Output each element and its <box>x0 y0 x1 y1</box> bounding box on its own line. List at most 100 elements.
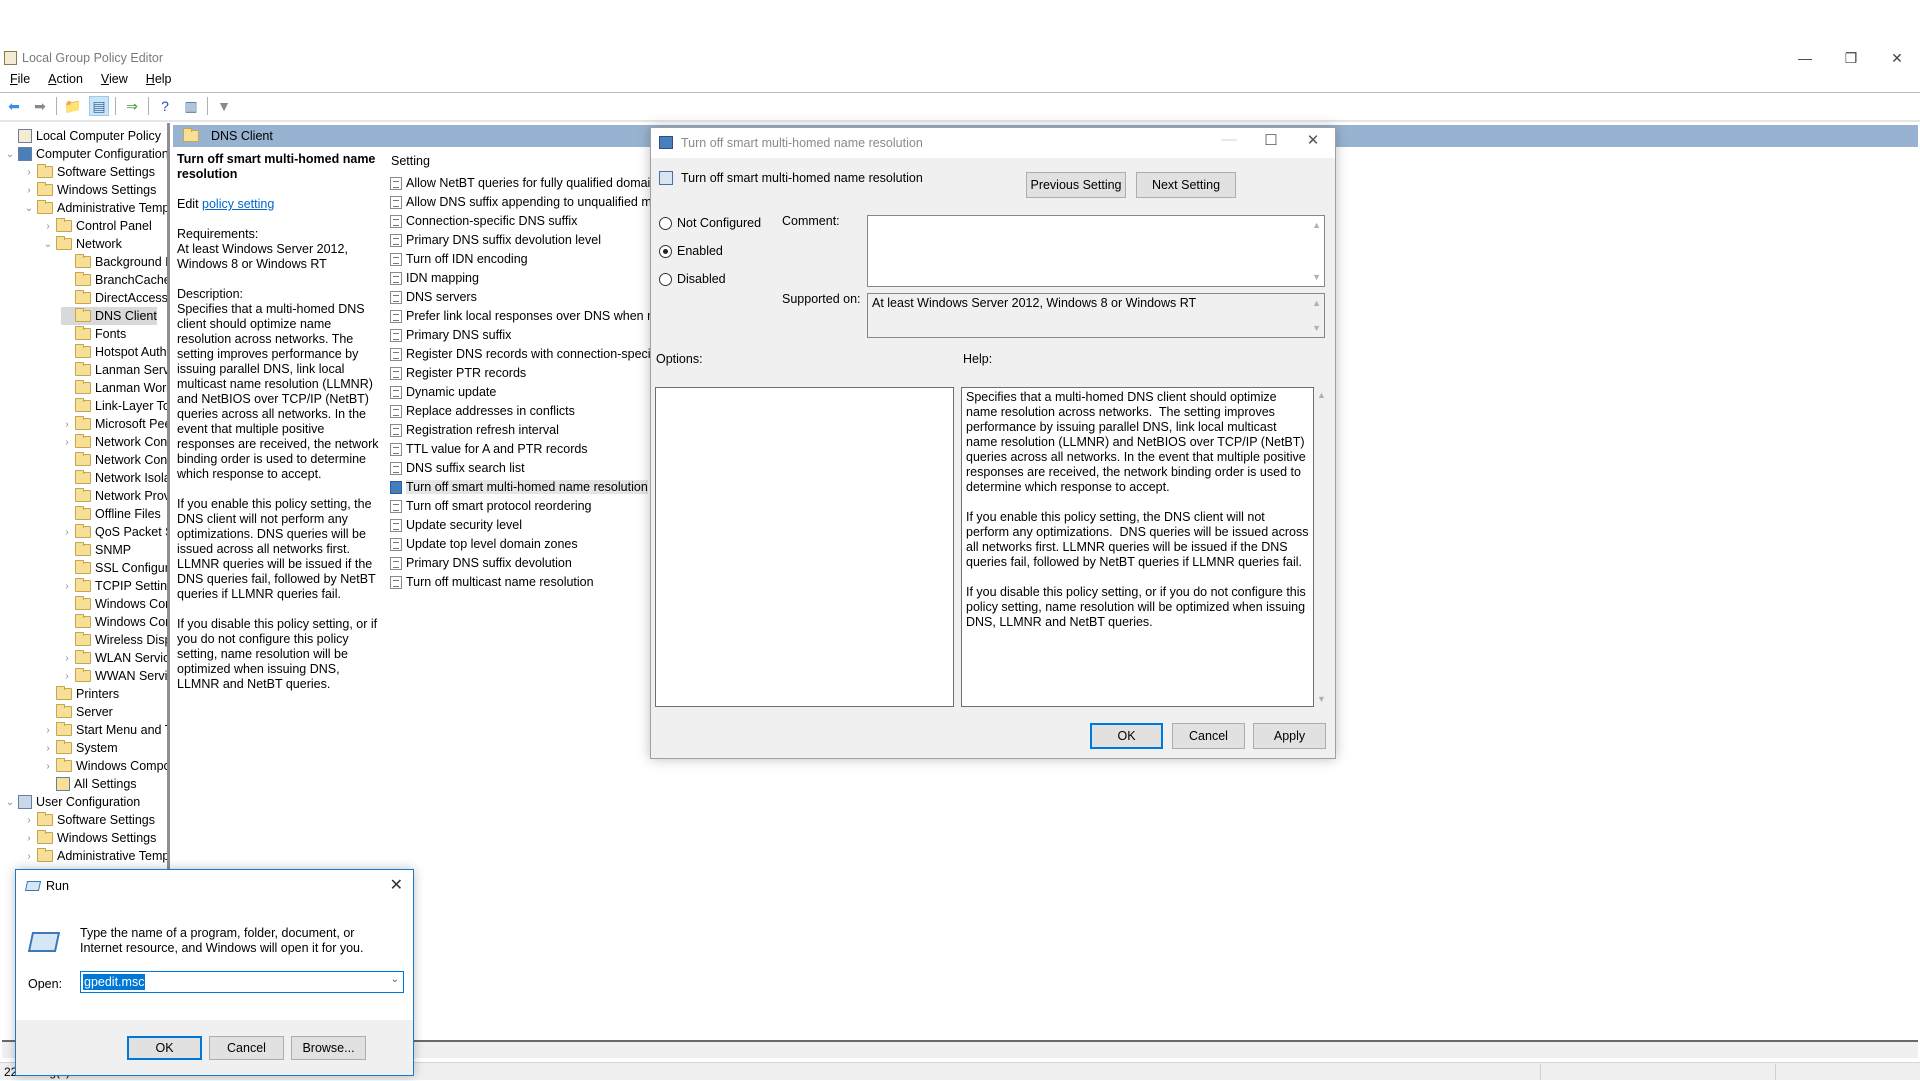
menu-view[interactable]: View <box>91 72 136 90</box>
run-cancel-button[interactable]: Cancel <box>209 1036 284 1060</box>
setting-row[interactable]: TTL value for A and PTR records <box>390 440 588 458</box>
tree-item[interactable]: Server <box>42 703 113 721</box>
chevron-right-icon[interactable]: › <box>42 221 54 232</box>
setting-row[interactable]: DNS suffix search list <box>390 459 525 477</box>
setting-row[interactable]: Connection-specific DNS suffix <box>390 212 577 230</box>
setting-row[interactable]: Primary DNS suffix devolution <box>390 554 572 572</box>
export-list-icon[interactable]: ⇒ <box>122 96 142 116</box>
help-scroll-down-arrow[interactable]: ▼ <box>1317 694 1326 704</box>
setting-row[interactable]: Turn off smart protocol reordering <box>390 497 592 515</box>
tree-item[interactable]: › WLAN Service <box>61 649 167 667</box>
filter-icon[interactable]: ▼ <box>214 96 234 116</box>
tree-item[interactable]: Network Connectivity Status Indicator <box>61 451 167 469</box>
tree-item[interactable]: › Windows Settings <box>23 829 156 847</box>
chevron-right-icon[interactable]: › <box>23 185 35 196</box>
tree-item[interactable]: Network Isolation <box>61 469 167 487</box>
show-hide-action-pane-icon[interactable]: ▥ <box>181 96 201 116</box>
tree-item[interactable]: › Start Menu and Taskbar <box>42 721 167 739</box>
tree-item[interactable]: Lanman Server <box>61 361 167 379</box>
run-close-button[interactable]: ✕ <box>390 875 403 895</box>
setting-row[interactable]: Dynamic update <box>390 383 496 401</box>
chevron-right-icon[interactable]: › <box>23 167 35 178</box>
chevron-right-icon[interactable]: › <box>42 725 54 736</box>
run-ok-button[interactable]: OK <box>127 1036 202 1060</box>
tree-item[interactable]: Fonts <box>61 325 126 343</box>
apply-button[interactable]: Apply <box>1253 723 1326 749</box>
chevron-down-icon[interactable]: ⌄ <box>42 239 54 250</box>
open-input[interactable]: gpedit.msc ⌄ <box>80 971 404 993</box>
tree-item[interactable]: ⌄ Network <box>42 235 122 253</box>
radio-not-configured[interactable]: Not Configured <box>659 216 761 230</box>
show-hide-tree-icon[interactable]: ▤ <box>89 96 109 116</box>
chevron-down-icon[interactable]: ⌄ <box>4 797 16 808</box>
up-folder-icon[interactable]: 📁 <box>63 96 83 116</box>
ok-button[interactable]: OK <box>1090 723 1163 749</box>
chevron-right-icon[interactable]: › <box>23 815 35 826</box>
tree-item[interactable]: SSL Configuration Settings <box>61 559 167 577</box>
tree-item[interactable]: Hotspot Authentication <box>61 343 167 361</box>
chevron-right-icon[interactable]: › <box>61 581 73 592</box>
radio-disabled[interactable]: Disabled <box>659 272 726 286</box>
setting-row[interactable]: Turn off multicast name resolution <box>390 573 594 591</box>
close-button[interactable]: ✕ <box>1874 44 1920 72</box>
previous-setting-button[interactable]: Previous Setting <box>1026 172 1126 198</box>
menu-help[interactable]: Help <box>136 72 180 90</box>
tree-item[interactable]: › Control Panel <box>42 217 152 235</box>
minimize-button[interactable]: — <box>1782 44 1828 72</box>
tree-item[interactable]: All Settings <box>42 775 137 793</box>
run-browse-button[interactable]: Browse... <box>291 1036 366 1060</box>
forward-icon[interactable]: ➡ <box>30 96 50 116</box>
tree-item[interactable]: › QoS Packet Scheduler <box>61 523 167 541</box>
setting-row[interactable]: Primary DNS suffix <box>390 326 511 344</box>
setting-row[interactable]: Replace addresses in conflicts <box>390 402 575 420</box>
chevron-right-icon[interactable]: › <box>61 653 73 664</box>
radio-circle[interactable] <box>659 216 672 230</box>
tree-item[interactable]: ⌄ Administrative Templates <box>23 199 167 217</box>
radio-circle[interactable] <box>659 244 672 258</box>
tree-item[interactable]: › WWAN Service <box>61 667 167 685</box>
tree-item[interactable]: SNMP <box>61 541 131 559</box>
radio-enabled[interactable]: Enabled <box>659 244 723 258</box>
back-icon[interactable]: ⬅ <box>4 96 24 116</box>
restore-button[interactable]: ❐ <box>1828 44 1874 72</box>
scroll-up-arrow[interactable]: ▲ <box>1312 220 1321 230</box>
tree-item[interactable]: ⌄ User Configuration <box>4 793 140 811</box>
setting-row[interactable]: Turn off IDN encoding <box>390 250 528 268</box>
cancel-button[interactable]: Cancel <box>1172 723 1245 749</box>
tree-item[interactable]: Local Computer Policy <box>4 127 161 145</box>
setting-row[interactable]: Turn off smart multi-homed name resoluti… <box>390 478 648 496</box>
scroll-down-arrow[interactable]: ▼ <box>1312 323 1321 333</box>
chevron-right-icon[interactable]: › <box>61 671 73 682</box>
chevron-right-icon[interactable]: › <box>42 761 54 772</box>
tree-item[interactable]: › Microsoft Peer-to-Peer Networking Servi… <box>61 415 167 433</box>
tree-item[interactable]: Network Provider <box>61 487 167 505</box>
scroll-down-arrow[interactable]: ▼ <box>1312 272 1321 282</box>
chevron-right-icon[interactable]: › <box>23 851 35 862</box>
chevron-down-icon[interactable]: ⌄ <box>391 974 399 985</box>
comment-textarea[interactable]: ▲ ▼ <box>867 215 1325 287</box>
setting-row[interactable]: Update security level <box>390 516 522 534</box>
chevron-right-icon[interactable]: › <box>61 527 73 538</box>
chevron-right-icon[interactable]: › <box>23 833 35 844</box>
tree-item[interactable]: Lanman Workstation <box>61 379 167 397</box>
chevron-right-icon[interactable]: › <box>61 437 73 448</box>
radio-circle[interactable] <box>659 272 672 286</box>
setting-row[interactable]: Update top level domain zones <box>390 535 578 553</box>
tree-item[interactable]: › System <box>42 739 118 757</box>
tree-item[interactable]: › Network Connections <box>61 433 167 451</box>
setting-row[interactable]: Primary DNS suffix devolution level <box>390 231 601 249</box>
menu-action[interactable]: Action <box>38 72 91 90</box>
chevron-down-icon[interactable]: ⌄ <box>23 203 35 214</box>
tree-item[interactable]: Wireless Display <box>61 631 167 649</box>
chevron-down-icon[interactable]: ⌄ <box>4 149 16 160</box>
tree-item[interactable]: › Software Settings <box>23 811 155 829</box>
column-header-setting[interactable]: Setting <box>391 154 430 168</box>
setting-row[interactable]: IDN mapping <box>390 269 479 287</box>
setting-row[interactable]: Registration refresh interval <box>390 421 559 439</box>
tree-item[interactable]: DNS Client <box>61 307 157 325</box>
tree-item[interactable]: Printers <box>42 685 119 703</box>
dialog-maximize-button[interactable]: ☐ <box>1251 131 1291 149</box>
tree-item[interactable]: Background Intelligent Transfer Service <box>61 253 167 271</box>
chevron-right-icon[interactable]: › <box>61 419 73 430</box>
tree-item[interactable]: ⌄ Computer Configuration <box>4 145 167 163</box>
